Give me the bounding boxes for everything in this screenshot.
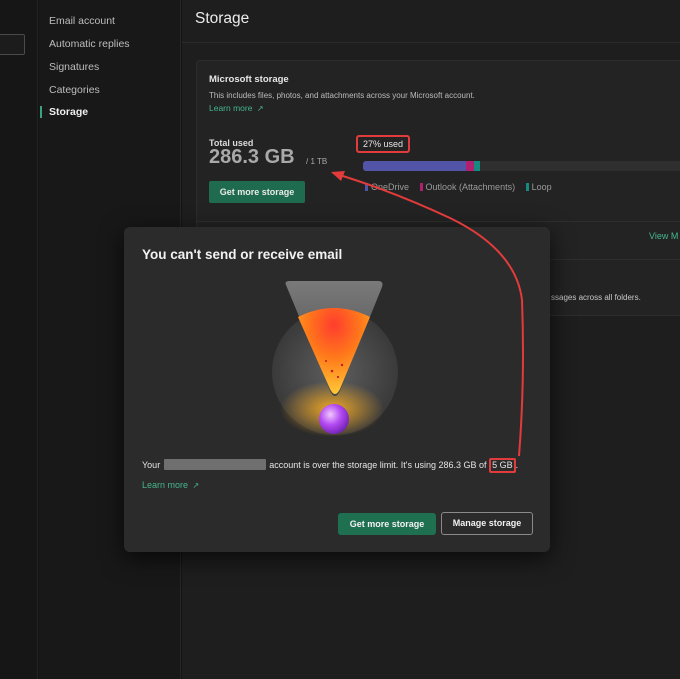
storage-usage-bar [363, 161, 680, 171]
get-more-storage-button[interactable]: Get more storage [209, 181, 305, 203]
msg-end: . [515, 460, 519, 470]
external-link-icon: ↗ [256, 104, 264, 113]
legend-swatch [419, 183, 423, 191]
total-capacity: / 1 TB [306, 157, 328, 166]
legend-loop: Loop [525, 182, 552, 192]
illustration-spark [336, 375, 340, 379]
external-link-icon: ↗ [192, 481, 200, 490]
page-title: Storage [195, 10, 250, 27]
nav-item-email-account[interactable]: Email account [49, 13, 115, 29]
legend-label: Loop [531, 182, 552, 192]
usage-legend: OneDrive Outlook (Attachments) Loop [365, 182, 560, 192]
title-divider [182, 42, 680, 43]
legend-onedrive: OneDrive [365, 182, 409, 192]
legend-swatch [525, 183, 529, 191]
msg-prefix: Your [142, 460, 161, 470]
view-more-link[interactable]: View M [649, 231, 678, 241]
illustration-ball [319, 404, 349, 434]
illustration-spark [340, 363, 344, 367]
left-rail [0, 0, 38, 679]
legend-outlook: Outlook (Attachments) [419, 182, 516, 192]
active-nav-indicator [40, 106, 42, 118]
learn-more-label: Learn more [209, 103, 253, 113]
total-used-value: 286.3 GB [209, 146, 295, 168]
usage-segment-loop [474, 161, 480, 171]
legend-swatch [365, 183, 368, 191]
manage-storage-button[interactable]: Manage storage [441, 512, 533, 535]
usage-segment-outlook [466, 161, 474, 171]
illustration-spark [330, 369, 334, 373]
warning-exclamation-illustration [272, 281, 398, 437]
dialog-get-more-storage-button[interactable]: Get more storage [338, 513, 436, 535]
rail-search-box[interactable] [0, 34, 25, 55]
dialog-learn-more-label: Learn more [142, 480, 189, 490]
redacted-email [163, 459, 266, 470]
card-description: This includes files, photos, and attachm… [209, 91, 475, 100]
legend-label: Outlook (Attachments) [425, 182, 516, 192]
illustration-spark [325, 360, 327, 362]
msg-middle: account is over the storage limit. It's … [269, 460, 487, 470]
percent-used-highlight: 27% used [356, 135, 410, 153]
card-divider [197, 221, 680, 222]
nav-item-automatic-replies[interactable]: Automatic replies [49, 36, 130, 52]
card-heading: Microsoft storage [209, 74, 289, 85]
folders-description: ssages across all folders. [551, 293, 641, 302]
dialog-message: Your account is over the storage limit. … [142, 458, 518, 473]
storage-limit-highlight: 5 GB [489, 458, 516, 473]
dialog-title: You can't send or receive email [142, 247, 343, 262]
legend-label: OneDrive [371, 182, 410, 192]
storage-limit-dialog: You can't send or receive email Your acc… [124, 227, 550, 552]
nav-item-categories[interactable]: Categories [49, 82, 100, 98]
nav-item-storage[interactable]: Storage [49, 104, 88, 120]
learn-more-link[interactable]: Learn more ↗ [209, 103, 264, 113]
usage-segment-onedrive [363, 161, 466, 171]
nav-item-signatures[interactable]: Signatures [49, 59, 99, 75]
dialog-learn-more-link[interactable]: Learn more ↗ [142, 480, 199, 490]
